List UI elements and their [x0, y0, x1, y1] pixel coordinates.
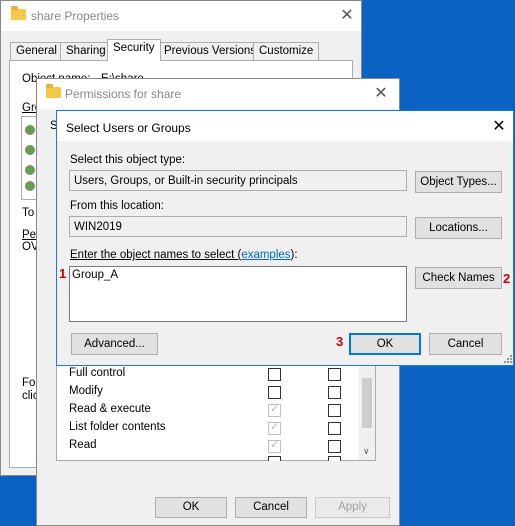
deny-list-folder-checkbox[interactable]	[328, 422, 341, 435]
allow-full-control-checkbox[interactable]	[268, 368, 281, 381]
allow-read-checkbox	[268, 438, 281, 453]
permissions-fragment: Pe	[22, 229, 37, 241]
to-fragment: To	[22, 207, 35, 219]
allow-list-folder-checkbox	[268, 420, 281, 435]
deny-read-checkbox[interactable]	[328, 440, 341, 453]
object-type-label: Select this object type:	[70, 154, 186, 166]
tab-general[interactable]: General	[10, 42, 63, 60]
enter-names-text: Enter the object names to select (	[70, 249, 242, 261]
deny-read-execute-checkbox[interactable]	[328, 404, 341, 417]
tab-sharing[interactable]: Sharing	[60, 42, 112, 60]
close-icon[interactable]: ✕	[371, 84, 391, 104]
step-marker-2: 2	[503, 271, 511, 286]
ok-button[interactable]: OK	[155, 497, 227, 518]
permissions-titlebar[interactable]: Permissions for share ✕	[37, 79, 399, 109]
object-type-field: Users, Groups, or Built-in security prin…	[69, 170, 407, 191]
cancel-button[interactable]: Cancel	[235, 497, 307, 518]
for-special-fragment: Fo	[22, 377, 36, 389]
chevron-down-icon[interactable]: ∨	[363, 446, 370, 457]
tab-security[interactable]: Security	[107, 39, 161, 61]
folder-icon	[46, 84, 61, 98]
examples-link[interactable]: examples	[241, 249, 290, 261]
allow-read-execute-checkbox	[268, 402, 281, 417]
cancel-button[interactable]: Cancel	[429, 333, 502, 355]
permissions-scrollbar[interactable]: ∨	[359, 366, 375, 460]
tab-previous-versions[interactable]: Previous Versions	[158, 42, 263, 60]
locations-button[interactable]: Locations...	[415, 217, 502, 239]
tab-customize[interactable]: Customize	[253, 42, 320, 60]
user-group-icon	[25, 165, 35, 175]
deny-full-control-checkbox[interactable]	[328, 368, 341, 381]
deny-write-checkbox[interactable]	[328, 456, 341, 461]
close-icon[interactable]: ✕	[489, 117, 509, 137]
folder-icon	[11, 6, 26, 20]
step-marker-1: 1	[59, 266, 67, 281]
object-types-button[interactable]: Object Types...	[415, 171, 502, 193]
permission-list-folder-contents: List folder contents	[69, 421, 166, 433]
select-users-titlebar[interactable]: Select Users or Groups ✕	[57, 111, 513, 141]
properties-titlebar[interactable]: share Properties ✕	[1, 1, 361, 31]
properties-title: share Properties	[31, 9, 120, 23]
permission-modify: Modify	[69, 385, 103, 397]
user-group-icon	[25, 125, 35, 135]
check-names-button[interactable]: Check Names	[415, 267, 502, 289]
scrollbar-thumb[interactable]	[362, 378, 372, 428]
user-group-icon	[25, 181, 35, 191]
enter-names-suffix: ):	[290, 249, 298, 261]
permission-read-execute: Read & execute	[69, 403, 151, 415]
permission-read: Read	[69, 439, 97, 451]
resize-grip-icon[interactable]	[503, 354, 513, 364]
user-group-icon	[25, 145, 35, 155]
step-marker-3: 3	[336, 334, 344, 349]
ok-button[interactable]: OK	[349, 333, 421, 355]
select-users-dialog: Select Users or Groups ✕ Select this obj…	[56, 110, 514, 366]
apply-button: Apply	[315, 497, 390, 518]
permission-full-control: Full control	[69, 367, 126, 379]
location-label: From this location:	[70, 200, 164, 212]
allow-modify-checkbox[interactable]	[268, 386, 281, 399]
enter-names-label: Enter the object names to select (exampl…	[70, 249, 298, 261]
deny-modify-checkbox[interactable]	[328, 386, 341, 399]
allow-write-checkbox[interactable]	[268, 456, 281, 461]
close-icon[interactable]: ✕	[337, 6, 357, 26]
permissions-title: Permissions for share	[65, 87, 182, 101]
object-names-input[interactable]: Group_A	[69, 266, 407, 322]
location-field: WIN2019	[69, 216, 407, 237]
advanced-button[interactable]: Advanced...	[71, 333, 158, 355]
select-users-title: Select Users or Groups	[66, 121, 191, 135]
